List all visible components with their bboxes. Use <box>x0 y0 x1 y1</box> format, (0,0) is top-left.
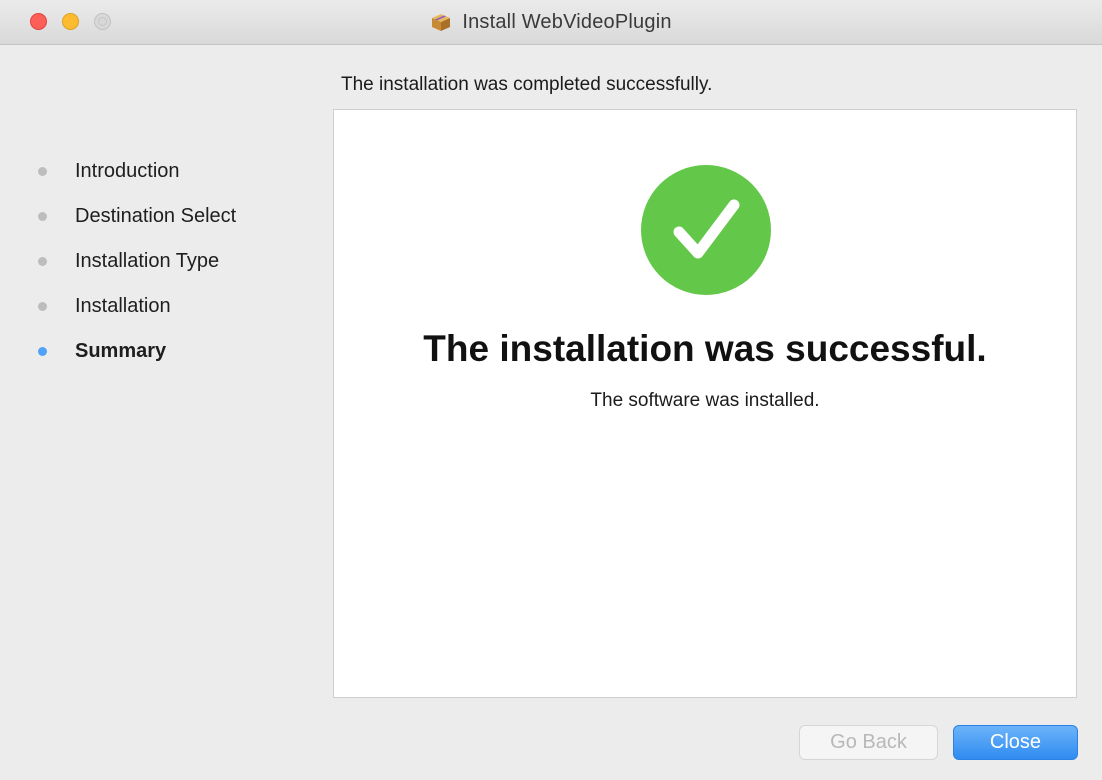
step-dot-active-icon <box>38 347 47 356</box>
package-icon <box>432 14 451 31</box>
step-label: Introduction <box>75 160 180 182</box>
checkmark-success-icon <box>641 165 771 295</box>
step-summary: Summary <box>38 329 236 374</box>
success-headline: The installation was successful. <box>423 328 987 369</box>
summary-panel: The installation was successful. The sof… <box>333 109 1077 698</box>
window-title-group: Install WebVideoPlugin <box>0 0 1102 44</box>
step-label: Destination Select <box>75 205 237 227</box>
step-label: Installation <box>75 295 171 317</box>
step-installation: Installation <box>38 284 236 329</box>
window-title: Install WebVideoPlugin <box>462 10 672 33</box>
step-dot-icon <box>38 257 47 266</box>
status-text: The installation was completed successfu… <box>341 74 713 95</box>
installer-steps-list: Introduction Destination Select Installa… <box>38 149 236 374</box>
installer-window: Install WebVideoPlugin The installation … <box>0 0 1102 780</box>
step-label: Installation Type <box>75 250 220 272</box>
step-installation-type: Installation Type <box>38 239 236 284</box>
step-destination-select: Destination Select <box>38 194 236 239</box>
step-dot-icon <box>38 302 47 311</box>
step-dot-icon <box>38 167 47 176</box>
close-button[interactable]: Close <box>953 725 1078 760</box>
step-introduction: Introduction <box>38 149 236 194</box>
step-dot-icon <box>38 212 47 221</box>
title-bar[interactable]: Install WebVideoPlugin <box>0 0 1102 45</box>
go-back-button[interactable]: Go Back <box>799 725 938 760</box>
step-label: Summary <box>75 340 167 362</box>
success-message: The software was installed. <box>590 390 820 411</box>
